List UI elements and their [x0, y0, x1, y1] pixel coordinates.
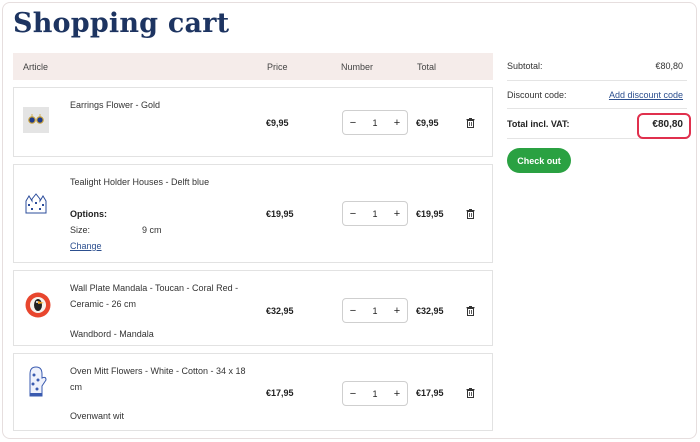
discount-row: Discount code: Add discount code — [507, 81, 687, 109]
quantity-value[interactable]: 1 — [365, 209, 385, 219]
cart-row: Wall Plate Mandala - Toucan - Coral Red … — [13, 270, 493, 346]
trash-icon[interactable] — [466, 306, 475, 316]
increase-button[interactable]: + — [387, 208, 407, 220]
product-price: €32,95 — [266, 306, 294, 316]
increase-button[interactable]: + — [387, 388, 407, 400]
total-row: Total incl. VAT: €80,80 — [507, 109, 691, 139]
trash-icon[interactable] — [466, 118, 475, 128]
increase-button[interactable]: + — [387, 305, 407, 317]
product-subtext: Wandbord - Mandala — [70, 329, 154, 339]
product-price: €19,95 — [266, 209, 294, 219]
product-subtext: Ovenwant wit — [70, 411, 125, 421]
product-total: €9,95 — [416, 118, 439, 128]
quantity-value[interactable]: 1 — [365, 389, 385, 399]
product-price: €17,95 — [266, 388, 294, 398]
subtotal-row: Subtotal: €80,80 — [507, 53, 687, 81]
product-total: €19,95 — [416, 209, 444, 219]
cart-table-header: Article Price Number Total — [13, 53, 493, 80]
header-article: Article — [23, 62, 49, 72]
decrease-button[interactable]: − — [343, 305, 363, 317]
change-options-link[interactable]: Change — [70, 241, 102, 251]
total-label: Total incl. VAT: — [507, 119, 570, 129]
header-number: Number — [341, 62, 374, 72]
decrease-button[interactable]: − — [343, 208, 363, 220]
product-name[interactable]: Earrings Flower - Gold — [70, 97, 250, 113]
quantity-stepper: − 1 + — [342, 381, 408, 406]
product-name[interactable]: Oven Mitt Flowers - White - Cotton - 34 … — [70, 363, 250, 395]
tealight-holder-icon — [23, 189, 49, 215]
discount-label: Discount code: — [507, 90, 567, 100]
option-value: 9 cm — [142, 225, 162, 235]
quantity-value[interactable]: 1 — [365, 306, 385, 316]
quantity-stepper: − 1 + — [342, 110, 408, 135]
product-total: €17,95 — [416, 388, 444, 398]
product-price: €9,95 — [266, 118, 289, 128]
total-value: €80,80 — [652, 119, 683, 130]
quantity-value[interactable]: 1 — [365, 118, 385, 128]
quantity-stepper: − 1 + — [342, 201, 408, 226]
options-title: Options: — [70, 209, 107, 219]
cart-row: Tealight Holder Houses - Delft blue Opti… — [13, 164, 493, 263]
product-total: €32,95 — [416, 306, 444, 316]
cart-row: Oven Mitt Flowers - White - Cotton - 34 … — [13, 353, 493, 431]
decrease-button[interactable]: − — [343, 117, 363, 129]
cart-row: Earrings Flower - Gold €9,95 − 1 + €9,95 — [13, 87, 493, 157]
subtotal-value: €80,80 — [655, 61, 683, 71]
oven-mitt-icon — [23, 364, 49, 398]
product-name[interactable]: Tealight Holder Houses - Delft blue — [70, 174, 250, 190]
option-label: Size: — [70, 225, 91, 235]
quantity-stepper: − 1 + — [342, 298, 408, 323]
increase-button[interactable]: + — [387, 117, 407, 129]
add-discount-code-link[interactable]: Add discount code — [609, 90, 683, 100]
page-title: Shopping cart — [13, 8, 230, 39]
decrease-button[interactable]: − — [343, 388, 363, 400]
subtotal-label: Subtotal: — [507, 61, 543, 71]
product-name[interactable]: Wall Plate Mandala - Toucan - Coral Red … — [70, 280, 250, 312]
trash-icon[interactable] — [466, 209, 475, 219]
wall-plate-icon — [25, 292, 51, 318]
header-price: Price — [267, 62, 288, 72]
trash-icon[interactable] — [466, 388, 475, 398]
earrings-icon — [23, 107, 49, 133]
checkout-button[interactable]: Check out — [507, 148, 571, 173]
header-total: Total — [417, 62, 437, 72]
